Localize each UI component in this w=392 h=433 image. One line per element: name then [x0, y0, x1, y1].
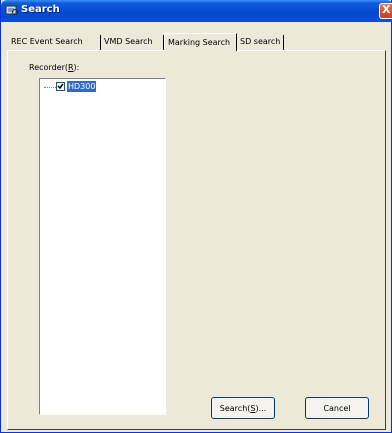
- search-button[interactable]: Search(S)...: [211, 397, 275, 419]
- checkmark-icon: [57, 83, 64, 90]
- title-bar[interactable]: Search X: [1, 0, 392, 22]
- recorder-label: Recorder(R):: [29, 63, 80, 72]
- tab-label: VMD Search: [104, 37, 153, 46]
- search-window-icon: [5, 5, 18, 15]
- tab-label: REC Event Search: [11, 37, 83, 46]
- tab-label: SD search: [240, 37, 281, 46]
- recorder-checkbox[interactable]: [56, 82, 65, 91]
- tree-connector: [44, 87, 56, 88]
- tab-rec-event-search[interactable]: REC Event Search: [8, 35, 101, 50]
- tab-vmd-search[interactable]: VMD Search: [101, 35, 164, 50]
- search-window: Search X REC Event Search VMD Search Mar…: [0, 0, 392, 433]
- cancel-button[interactable]: Cancel: [305, 397, 369, 419]
- tree-item-label[interactable]: HD300: [67, 81, 97, 92]
- close-button[interactable]: X: [379, 3, 392, 19]
- recorder-tree[interactable]: HD300: [39, 78, 166, 415]
- close-icon: X: [382, 3, 391, 16]
- window-title: Search: [21, 4, 60, 15]
- tab-marking-search[interactable]: Marking Search: [164, 33, 237, 51]
- tab-sd-search[interactable]: SD search: [237, 35, 284, 50]
- tab-label: Marking Search: [168, 38, 231, 47]
